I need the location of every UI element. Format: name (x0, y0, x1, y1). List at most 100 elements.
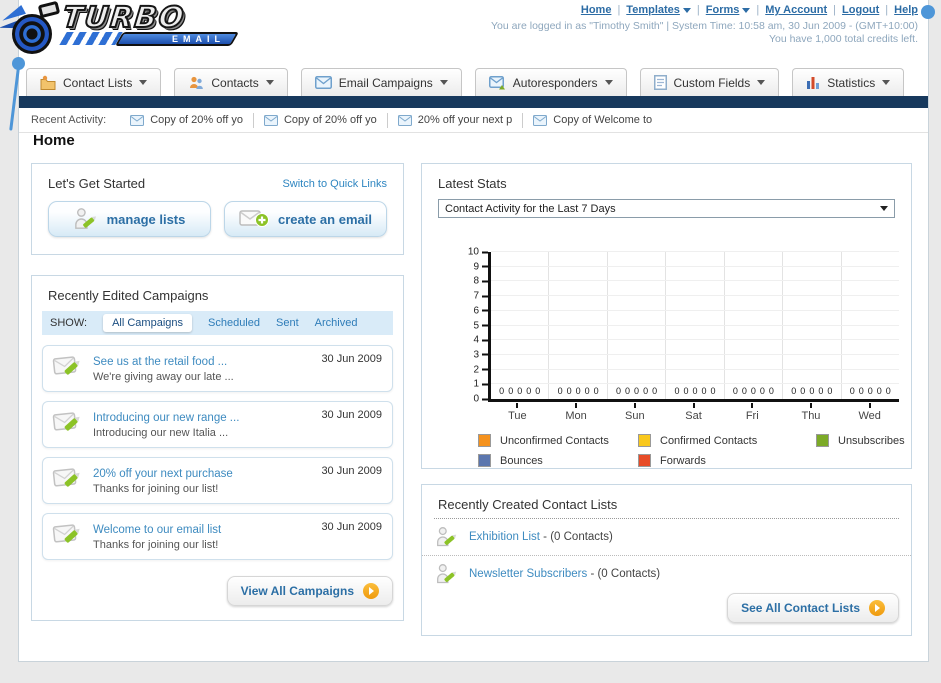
switch-quick-links[interactable]: Switch to Quick Links (282, 178, 387, 190)
app-page: Home | Templates | Forms | My Account | Logo… (0, 0, 941, 683)
legend-swatch (638, 434, 651, 447)
tab-email-campaigns[interactable]: Email Campaigns (300, 68, 462, 96)
chart-group: 00000 (548, 252, 606, 399)
recent-activity-item[interactable]: Copy of 20% off yo (120, 112, 254, 128)
filter-all-campaigns[interactable]: All Campaigns (103, 314, 192, 332)
chart-group: 00000 (606, 252, 665, 399)
data-value-label: 0 (876, 386, 882, 396)
nav-link-templates[interactable]: Templates (626, 4, 691, 16)
custom-fields-icon (653, 75, 667, 90)
y-tick-label: 3 (473, 349, 488, 360)
data-value-label: 0 (858, 386, 864, 396)
tab-contact-lists[interactable]: Contact Lists (26, 68, 162, 96)
legend-swatch (816, 434, 829, 447)
filter-scheduled[interactable]: Scheduled (208, 317, 260, 329)
stats-period-select[interactable]: Contact Activity for the Last 7 Days (438, 199, 895, 218)
data-value-label: 0 (593, 386, 599, 396)
tab-custom-fields[interactable]: Custom Fields (639, 68, 780, 96)
nav-link-forms[interactable]: Forms (706, 4, 751, 16)
contacts-icon (190, 76, 204, 89)
left-column: Let's Get Started Switch to Quick Links … (31, 163, 404, 621)
divider: | (833, 4, 837, 16)
nav-link-logout[interactable]: Logout (842, 4, 879, 16)
filter-sent[interactable]: Sent (276, 317, 299, 329)
logo-title: TURBO (60, 0, 188, 35)
data-value-label: 0 (809, 386, 815, 396)
chart-group: 00000 (723, 252, 782, 399)
envelope-pencil-icon (52, 524, 80, 543)
data-value-label: 0 (867, 386, 873, 396)
nav-link-home[interactable]: Home (581, 4, 612, 16)
divider: | (885, 4, 889, 16)
contact-list-link[interactable]: Exhibition List (469, 531, 540, 543)
chevron-down-icon (682, 7, 691, 13)
legend-label: Confirmed Contacts (660, 434, 758, 447)
turbo-email-logo: TURBO EMAIL (0, 0, 240, 56)
x-tick-mark (633, 403, 636, 408)
x-tick-mark (868, 403, 871, 408)
view-all-campaigns-button[interactable]: View All Campaigns (226, 576, 393, 606)
contact-list-link[interactable]: Newsletter Subscribers (469, 568, 587, 580)
h-gridline (491, 324, 899, 326)
chart-x-labels: Tue Mon Sun Sat Fri Thu Wed (488, 402, 899, 422)
get-started-panel: Let's Get Started Switch to Quick Links … (31, 163, 404, 255)
data-value-label: 0 (625, 386, 631, 396)
y-tick-label: 8 (473, 276, 488, 287)
recent-activity-item[interactable]: Copy of Welcome to (523, 113, 662, 128)
campaign-date: 30 Jun 2009 (321, 353, 382, 365)
envelope-pencil-icon (52, 356, 80, 375)
legend-item: Confirmed Contacts (638, 434, 816, 447)
content-sheet: Home | Templates | Forms | My Account | Logo… (0, 0, 935, 662)
data-value-label: 0 (800, 386, 806, 396)
tab-label: Custom Fields (673, 75, 751, 90)
recent-activity-item[interactable]: 20% off your next p (388, 112, 524, 128)
campaign-title-link[interactable]: See us at the retail food ... (93, 356, 227, 368)
x-tick-label: Sun (605, 403, 664, 422)
tab-autoresponders[interactable]: Autoresponders (474, 68, 627, 96)
contact-list-count: - (0 Contacts) (590, 568, 661, 580)
h-gridline (491, 383, 899, 385)
legend-swatch (638, 454, 651, 467)
campaign-title-link[interactable]: 20% off your next purchase (93, 468, 233, 480)
data-value-label: 0 (557, 386, 563, 396)
logo-subtitle: EMAIL (172, 33, 225, 44)
nav-link-my-account[interactable]: My Account (765, 4, 827, 16)
campaign-row: Introducing our new range ... Introducin… (42, 401, 393, 448)
tab-contacts[interactable]: Contacts (174, 68, 288, 96)
legend-item: Unsubscribes (816, 434, 905, 447)
campaign-title-link[interactable]: Welcome to our email list (93, 524, 221, 536)
nav-link-label: Forms (705, 4, 740, 16)
contact-list-item: Exhibition List - (0 Contacts) (422, 519, 911, 555)
recent-activity-item[interactable]: Copy of 20% off yo (254, 112, 388, 128)
x-tick-label: Thu (782, 403, 841, 422)
data-value-label: 0 (692, 386, 698, 396)
x-tick-label: Sat (664, 403, 723, 422)
manage-lists-button[interactable]: manage lists (48, 201, 211, 237)
activity-item-label: 20% off your next p (417, 114, 513, 126)
data-value-label: 0 (634, 386, 640, 396)
see-all-contact-lists-button[interactable]: See All Contact Lists (727, 593, 899, 623)
legend-item: Bounces (478, 454, 638, 467)
turbine-icon (0, 0, 61, 56)
chart-groups: 00000000000000000000000000000000000 (491, 252, 899, 399)
recent-campaigns-panel: Recently Edited Campaigns SHOW: All Camp… (31, 275, 404, 621)
contact-lists-icon (40, 75, 56, 90)
contact-lists-title: Recently Created Contact Lists (438, 497, 618, 512)
campaigns-filter-strip: SHOW: All Campaigns Scheduled Sent Archi… (42, 311, 393, 335)
nav-link-help[interactable]: Help (894, 4, 918, 16)
help-badge-icon[interactable] (921, 5, 935, 19)
chevron-down-icon (757, 80, 766, 85)
data-value-label: 0 (535, 386, 541, 396)
logo-bottom: EMAIL (59, 31, 240, 46)
create-email-button[interactable]: create an email (224, 201, 387, 237)
activity-item-label: Copy of Welcome to (553, 114, 653, 126)
person-pencil-icon (437, 527, 457, 547)
tab-statistics[interactable]: Statistics (792, 68, 905, 96)
campaign-title-link[interactable]: Introducing our new range ... (93, 412, 239, 424)
chart-group: 00000 (782, 252, 840, 399)
x-tick-mark (809, 403, 812, 408)
speed-stripes-icon (59, 32, 123, 45)
latest-stats-panel: Latest Stats Contact Activity for the La… (421, 163, 912, 469)
data-value-label: 0 (759, 386, 765, 396)
filter-archived[interactable]: Archived (315, 317, 358, 329)
